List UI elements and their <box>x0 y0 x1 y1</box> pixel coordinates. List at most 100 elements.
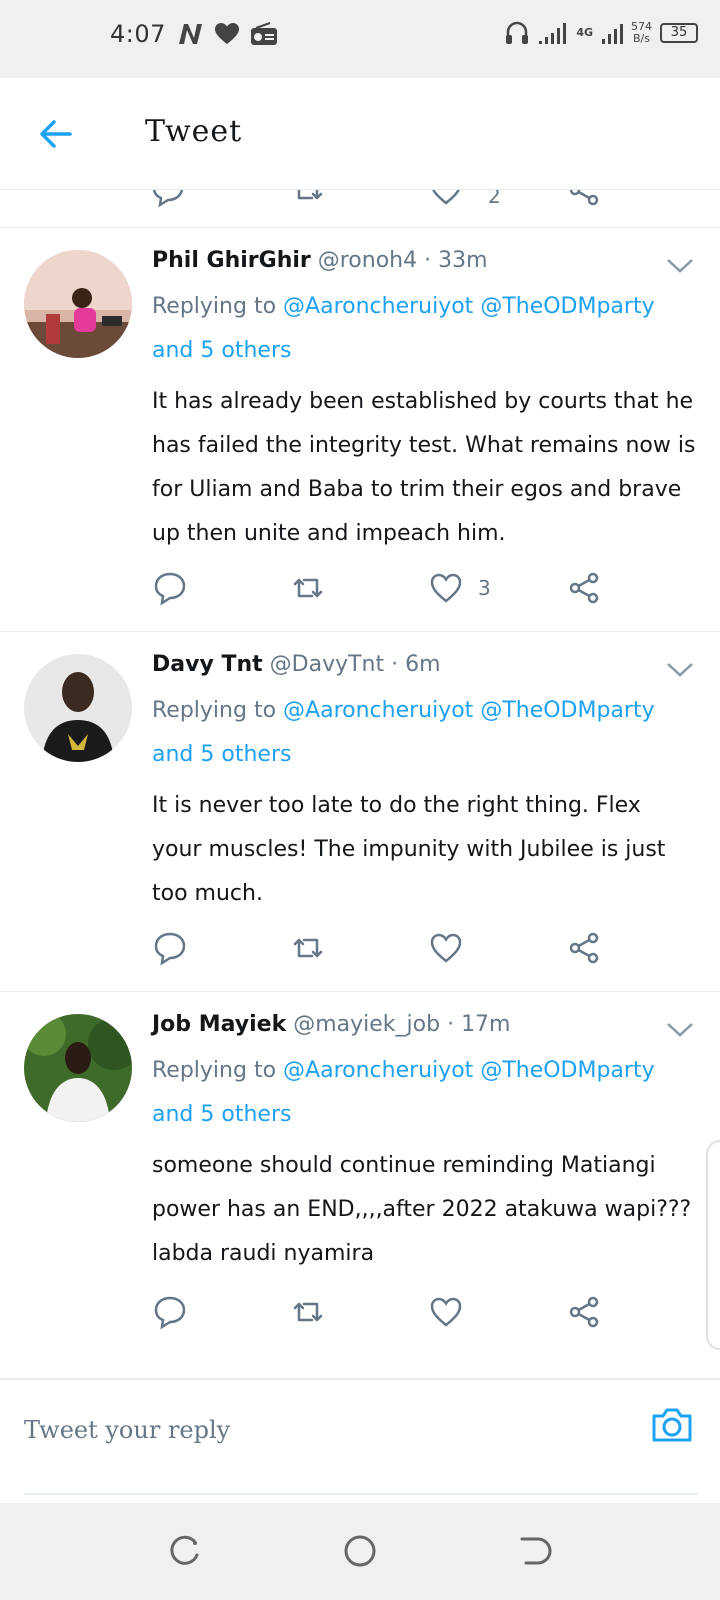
user-handle[interactable]: @ronoh4 <box>318 248 417 273</box>
arrow-left-icon <box>40 120 72 148</box>
avatar-photo <box>24 654 132 762</box>
retweet-icon <box>293 578 323 598</box>
avatar[interactable] <box>24 250 132 358</box>
reply-button[interactable] <box>150 190 186 208</box>
heart-icon <box>430 933 462 963</box>
avatar[interactable] <box>24 1014 132 1122</box>
camera-button[interactable] <box>650 1402 694 1446</box>
retweet-icon <box>293 1302 323 1322</box>
mention-link[interactable]: @TheODMparty <box>480 698 654 723</box>
comment-icon <box>154 1296 186 1330</box>
display-name[interactable]: Davy Tnt <box>152 652 263 677</box>
user-handle[interactable]: @mayiek_job <box>293 1012 440 1037</box>
tweet-time: 17m <box>461 1012 511 1037</box>
comment-icon <box>154 572 186 606</box>
and-others-link[interactable]: and 5 others <box>152 1102 291 1127</box>
share-button[interactable] <box>566 1294 602 1330</box>
replying-prefix: Replying to <box>152 1058 277 1083</box>
reply-input[interactable] <box>24 1410 624 1450</box>
share-button[interactable] <box>566 570 602 606</box>
camera-icon <box>652 1408 692 1442</box>
separator: · <box>424 248 432 273</box>
tweet-actions: 3 <box>152 570 632 610</box>
n-notification-icon <box>178 24 202 44</box>
and-others-link[interactable]: and 5 others <box>152 338 291 363</box>
tweet-item[interactable]: Phil GhirGhir @ronoh4 · 33m Replying to … <box>0 228 720 632</box>
headset-icon <box>506 21 529 44</box>
system-nav-bar <box>0 1503 720 1600</box>
mention-link[interactable]: @Aaroncheruiyot <box>283 698 473 723</box>
reply-underline <box>24 1493 698 1495</box>
battery-icon: 35 <box>660 23 698 43</box>
like-button[interactable] <box>428 190 464 208</box>
tweet-time: 6m <box>405 652 441 677</box>
tweet-header: Phil GhirGhir @ronoh4 · 33m <box>152 248 488 273</box>
share-icon <box>569 1296 599 1328</box>
mention-link[interactable]: @TheODMparty <box>480 294 654 319</box>
share-button[interactable] <box>566 190 602 208</box>
mention-link[interactable]: @TheODMparty <box>480 1058 654 1083</box>
like-button[interactable] <box>428 930 464 966</box>
separator: · <box>447 1012 455 1037</box>
mention-link[interactable]: @Aaroncheruiyot <box>283 1058 473 1083</box>
display-name[interactable]: Job Mayiek <box>152 1012 286 1037</box>
share-button[interactable] <box>566 930 602 966</box>
network-speed: 574 B/s <box>631 21 652 45</box>
retweet-icon <box>293 938 323 958</box>
and-others-link[interactable]: and 5 others <box>152 742 291 767</box>
replying-to: Replying to @Aaroncheruiyot @TheODMparty <box>152 698 655 723</box>
like-button[interactable] <box>428 570 464 606</box>
signal-icon-2 <box>602 24 623 44</box>
tweet-menu-button[interactable] <box>666 660 694 680</box>
chevron-down-icon <box>667 259 693 273</box>
retweet-button[interactable] <box>290 190 326 208</box>
replying-prefix: Replying to <box>152 698 277 723</box>
comment-icon <box>154 932 186 966</box>
replying-to: Replying to @Aaroncheruiyot @TheODMparty <box>152 294 655 319</box>
tweet-menu-button[interactable] <box>666 1020 694 1040</box>
home-circle-icon <box>344 1535 376 1567</box>
home-button[interactable] <box>340 1531 380 1571</box>
avatar-photo <box>24 1014 132 1122</box>
comment-icon <box>152 190 184 208</box>
tweet-actions <box>152 1294 632 1334</box>
tweet-text: someone should continue reminding Matian… <box>152 1153 692 1266</box>
edge-panel-handle[interactable] <box>706 1140 720 1350</box>
retweet-button[interactable] <box>290 570 326 606</box>
retweet-icon <box>297 190 323 200</box>
recent-apps-button[interactable] <box>164 1531 204 1571</box>
mention-link[interactable]: @Aaroncheruiyot <box>283 294 473 319</box>
back-button[interactable] <box>36 114 76 154</box>
radio-notification-icon <box>250 22 277 45</box>
reply-button[interactable] <box>152 1294 188 1330</box>
tweet-header: Davy Tnt @DavyTnt · 6m <box>152 652 441 677</box>
tweet-menu-button[interactable] <box>666 256 694 276</box>
tweet-item[interactable]: Job Mayiek @mayiek_job · 17m Replying to… <box>0 992 720 1380</box>
reply-button[interactable] <box>152 570 188 606</box>
avatar[interactable] <box>24 654 132 762</box>
display-name[interactable]: Phil GhirGhir <box>152 248 311 273</box>
tweet-header: Job Mayiek @mayiek_job · 17m <box>152 1012 511 1037</box>
user-handle[interactable]: @DavyTnt <box>270 652 384 677</box>
tweet-text: It is never too late to do the right thi… <box>152 793 666 906</box>
like-count: 3 <box>478 576 491 600</box>
share-icon <box>569 572 599 604</box>
like-button[interactable] <box>428 1294 464 1330</box>
status-bar: 4:07 4G 574 B/s 35 <box>0 0 720 78</box>
tweet-text: It has already been established by court… <box>152 389 696 546</box>
previous-tweet-actions: 2 <box>0 190 720 228</box>
retweet-button[interactable] <box>290 1294 326 1330</box>
recent-apps-icon <box>170 1535 199 1565</box>
network-type: 4G <box>576 27 593 39</box>
tweet-item[interactable]: Davy Tnt @DavyTnt · 6m Replying to @Aaro… <box>0 632 720 992</box>
retweet-button[interactable] <box>290 930 326 966</box>
back-nav-icon <box>520 1537 552 1565</box>
avatar-photo <box>24 250 132 358</box>
separator: · <box>391 652 399 677</box>
reply-button[interactable] <box>152 930 188 966</box>
replying-prefix: Replying to <box>152 294 277 319</box>
page-title: Tweet <box>145 114 243 149</box>
speed-unit: B/s <box>633 32 650 45</box>
top-app-bar: Tweet <box>0 78 720 190</box>
back-nav-button[interactable] <box>516 1531 556 1571</box>
